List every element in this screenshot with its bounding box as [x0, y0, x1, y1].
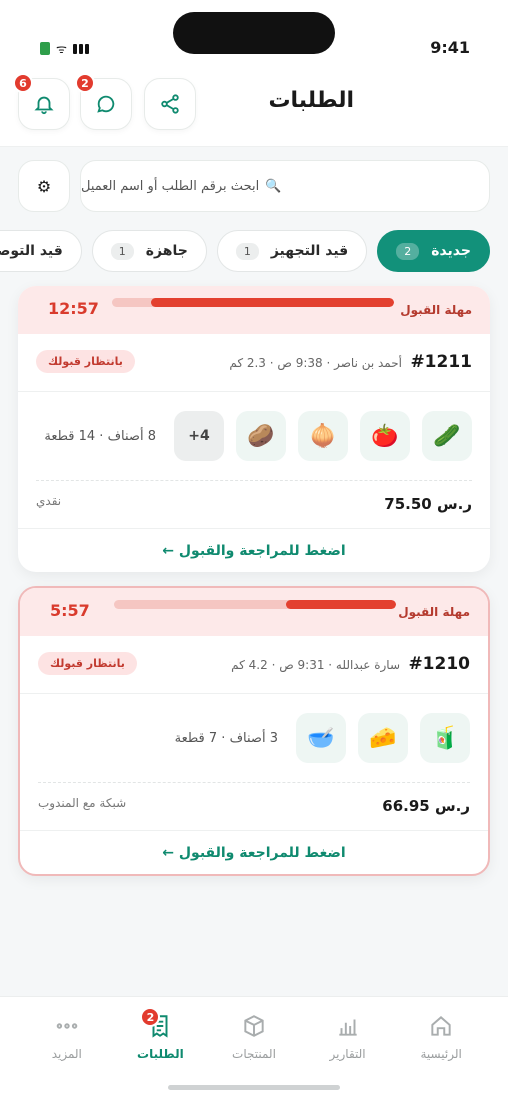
order-card[interactable]: مهلة القبول 5:57 #1210 سارة عبدالله · 9:…	[18, 586, 490, 876]
nav-label: المزيد	[51, 1047, 82, 1061]
notifications-button[interactable]: 6	[13, 73, 70, 130]
deadline-countdown: 12:57	[48, 299, 99, 318]
header: 6 2 الطلبات	[13, 73, 490, 132]
battery-icon	[40, 42, 50, 55]
acceptance-deadline: مهلة القبول 5:57	[20, 588, 488, 636]
tab-label: جديدة	[431, 243, 471, 259]
tab-count: 1	[235, 242, 259, 260]
product-thumbnail: 🧀	[358, 713, 408, 763]
share-icon	[161, 94, 179, 114]
messages-button[interactable]: 2	[75, 73, 132, 130]
nav-label: الطلبات	[137, 1047, 184, 1061]
review-accept-button[interactable]: اضغط للمراجعة والقبول ←	[18, 528, 490, 572]
order-items: 🧃 🧀 🥣 3 أصناف · 7 قطعة	[20, 694, 488, 782]
notifications-badge: 6	[13, 73, 33, 93]
tab-1[interactable]: قيد التجهيز 1	[216, 230, 368, 272]
tab-label: قيد التوصيل	[0, 243, 63, 259]
deadline-label: مهلة القبول	[398, 605, 470, 619]
payment-method: شبكة مع المندوب	[38, 796, 127, 810]
status-badge: بانتظار قبولك	[36, 350, 135, 373]
order-items: 🥒 🍅 🧅 🥔 +4 8 أصناف · 14 قطعة	[18, 392, 490, 480]
tab-count: 1	[110, 242, 134, 260]
home-icon	[431, 1016, 451, 1036]
bell-icon	[34, 96, 54, 115]
deadline-label: مهلة القبول	[400, 303, 472, 317]
tab-label: قيد التجهيز	[270, 243, 349, 259]
order-status-tabs: جديدة 2 قيد التجهيز 1 جاهزة 1 قيد التوصيل	[0, 230, 490, 274]
product-thumbnail: 🍅	[360, 411, 410, 461]
product-thumbnail: 🥒	[422, 411, 472, 461]
nav-label: التقارير	[329, 1047, 366, 1061]
share-button[interactable]	[144, 78, 196, 130]
chart-icon	[338, 1019, 357, 1036]
review-accept-button[interactable]: اضغط للمراجعة والقبول ←	[20, 830, 488, 874]
order-card[interactable]: مهلة القبول 12:57 #1211 أحمد بن ناصر · 9…	[18, 286, 490, 572]
order-number: #1211	[410, 352, 472, 372]
nav-home[interactable]: الرئيسية	[401, 1013, 481, 1100]
more-items-thumbnail: +4	[174, 411, 224, 461]
tab-3[interactable]: قيد التوصيل	[0, 230, 82, 272]
items-summary: 8 أصناف · 14 قطعة	[44, 428, 156, 444]
product-thumbnail: 🧃	[420, 713, 470, 763]
order-price: 75.50 ر.س	[384, 495, 472, 513]
deadline-countdown: 5:57	[50, 601, 90, 620]
order-total: 75.50 ر.س نقدي	[36, 480, 472, 528]
deadline-progress-bar	[112, 298, 394, 307]
home-indicator	[168, 1085, 340, 1090]
phone-screen: ᯤ 9:41 6 2 الطلبات ⚙ 🔍 ابحث برقم الطلب أ…	[0, 0, 508, 1100]
box-icon	[244, 1015, 264, 1037]
status-bar: ᯤ 9:41	[0, 0, 508, 60]
order-number: #1210	[408, 654, 470, 674]
nav-label: الرئيسية	[420, 1047, 462, 1061]
deadline-progress-fill	[151, 298, 394, 307]
tab-count: 2	[396, 242, 420, 260]
search-icon: 🔍	[265, 178, 282, 194]
order-price: 66.95 ر.س	[382, 797, 470, 815]
deadline-progress-fill	[286, 600, 396, 609]
product-thumbnail: 🥔	[236, 411, 286, 461]
acceptance-deadline: مهلة القبول 12:57	[18, 286, 490, 334]
order-meta: سارة عبدالله · 9:31 ص · 4.2 كم	[231, 658, 400, 672]
chat-icon	[97, 95, 115, 113]
dynamic-island	[173, 12, 335, 54]
payment-method: نقدي	[36, 494, 62, 508]
more-icon	[56, 1023, 78, 1029]
system-icons: ᯤ	[40, 40, 89, 57]
items-summary: 3 أصناف · 7 قطعة	[174, 730, 278, 746]
gear-icon: ⚙	[36, 176, 52, 196]
status-badge: بانتظار قبولك	[38, 652, 137, 675]
tab-0[interactable]: جديدة 2	[377, 230, 490, 272]
search-input[interactable]: 🔍 ابحث برقم الطلب أو اسم العميل	[80, 160, 490, 212]
search-placeholder: ابحث برقم الطلب أو اسم العميل	[81, 178, 260, 194]
tab-2[interactable]: جاهزة 1	[91, 230, 207, 272]
nav-more[interactable]: المزيد	[27, 1013, 107, 1100]
signal-icon	[72, 43, 89, 54]
filter-settings-button[interactable]: ⚙	[18, 160, 70, 212]
order-info: #1210 سارة عبدالله · 9:31 ص · 4.2 كم بان…	[20, 636, 488, 694]
order-total: 66.95 ر.س شبكة مع المندوب	[38, 782, 470, 830]
product-thumbnail: 🥣	[296, 713, 346, 763]
order-info: #1211 أحمد بن ناصر · 9:38 ص · 2.3 كم بان…	[18, 334, 490, 392]
deadline-progress-bar	[114, 600, 396, 609]
order-meta: أحمد بن ناصر · 9:38 ص · 2.3 كم	[229, 356, 402, 370]
messages-badge: 2	[75, 73, 95, 93]
nav-label: المنتجات	[232, 1047, 276, 1061]
status-time: 9:41	[430, 38, 470, 57]
wifi-icon: ᯤ	[56, 42, 67, 56]
product-thumbnail: 🧅	[298, 411, 348, 461]
page-title: الطلبات	[268, 88, 354, 113]
tab-label: جاهزة	[145, 243, 188, 259]
